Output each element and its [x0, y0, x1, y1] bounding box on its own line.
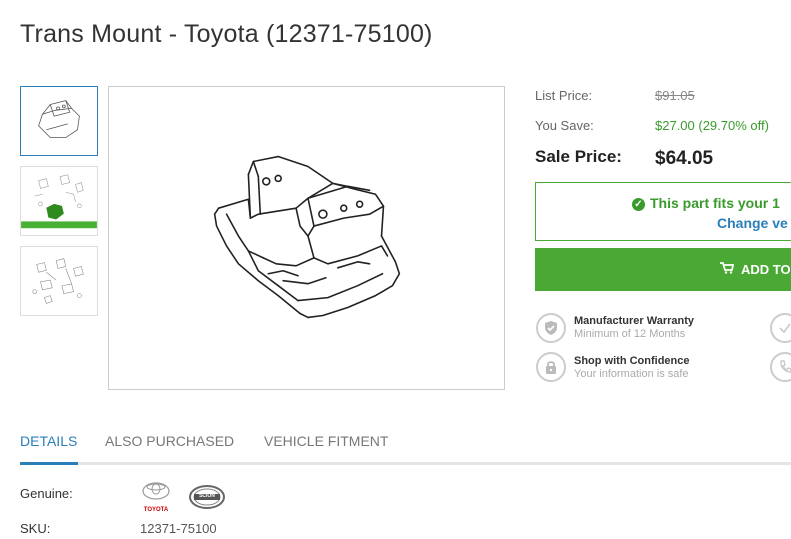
toyota-logo: TOYOTA [140, 482, 172, 513]
thumbnail-2[interactable] [20, 166, 98, 236]
fitment-box: ✓ This part fits your 1 Change ve [535, 182, 791, 241]
fitment-status-text: This part fits your 1 [650, 195, 780, 211]
trans-mount-drawing [213, 155, 401, 319]
sale-price-value: $64.05 [655, 148, 714, 169]
tab-divider [20, 462, 791, 465]
toyota-wordmark: TOYOTA [143, 507, 169, 513]
you-save-value: $27.00 (29.70% off) [655, 118, 769, 133]
sale-price-label: Sale Price: [535, 147, 622, 166]
tab-details[interactable]: DETAILS [20, 433, 77, 449]
confidence-title: Shop with Confidence [574, 355, 690, 367]
genuine-label: Genuine: [20, 486, 73, 501]
change-vehicle-link[interactable]: Change ve [717, 215, 788, 231]
thumbnail-1[interactable] [20, 86, 98, 156]
fitment-status: ✓ This part fits your 1 [632, 195, 780, 211]
warranty-subtitle: Minimum of 12 Months [574, 328, 686, 340]
tab-also-purchased[interactable]: ALSO PURCHASED [105, 433, 234, 449]
add-to-cart-button[interactable]: ADD TO [535, 248, 791, 291]
warranty-title: Manufacturer Warranty [574, 315, 695, 327]
list-price-label: List Price: [535, 88, 593, 103]
scion-wordmark: SCION [199, 493, 215, 499]
tab-vehicle-fitment[interactable]: VEHICLE FITMENT [264, 433, 388, 449]
active-tab-indicator [20, 462, 78, 465]
exploded-diagram-thumbnail [32, 258, 84, 304]
check-circle-icon: ✓ [632, 198, 645, 211]
thumbnail-3[interactable] [20, 246, 98, 316]
phone-icon [770, 352, 791, 382]
confidence-subtitle: Your information is safe [574, 368, 689, 380]
scion-logo: SCION [188, 484, 226, 510]
page-title: Trans Mount - Toyota (12371-75100) [20, 20, 433, 48]
list-price-value: $91.05 [655, 88, 695, 103]
lock-icon [536, 352, 566, 382]
main-product-image[interactable] [108, 86, 505, 390]
sku-label: SKU: [20, 521, 51, 536]
assembly-diagram-thumbnail [21, 174, 97, 229]
shield-check-icon [536, 313, 566, 343]
you-save-label: You Save: [535, 118, 594, 133]
cart-icon [720, 262, 735, 277]
add-to-cart-label: ADD TO [741, 262, 791, 277]
checkmark-icon [770, 313, 791, 343]
part-diagram-thumbnail [38, 100, 80, 138]
sku-value: 12371-75100 [140, 521, 217, 536]
